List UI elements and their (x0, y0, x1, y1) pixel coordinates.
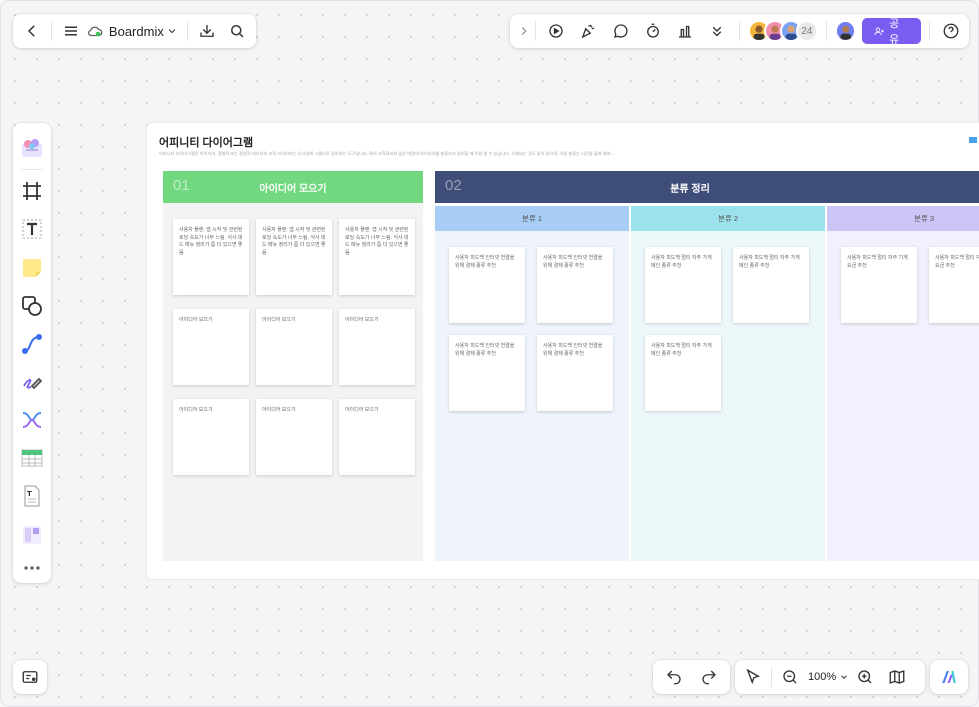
category-column-3: 분류 3 사용자 피드백 멀티 자주 기게 요금 추천사용자 피드백 멀티 자주… (827, 206, 979, 561)
zoom-in-icon[interactable] (851, 663, 879, 691)
section-header: 02 분류 정리 (435, 171, 979, 203)
section-title: 아이디어 모으기 (259, 183, 327, 195)
category-notes: 사용자 피드백 멀티 자주 기게 요금 추천사용자 피드백 멀티 자주 가게 요… (827, 233, 979, 561)
zoom-level[interactable]: 100% (808, 671, 849, 683)
app-name[interactable]: Boardmix (109, 24, 164, 39)
sticky-note[interactable]: 사용자 피드백 인터넷 연결을 위해 경제 종류 추천 (537, 335, 613, 411)
sticky-note-icon[interactable] (13, 248, 51, 286)
back-icon[interactable] (19, 17, 45, 45)
section-number: 02 (445, 177, 462, 194)
affinity-diagram-frame[interactable]: 어피니티 다이어그램 어피니티 다이어그램은 아이디어, 경험적 또는 정성적 … (147, 123, 979, 579)
sticky-note[interactable]: 사용자 피드백 멀티 자주 가게 요금 추천 (929, 247, 979, 323)
download-icon[interactable] (194, 17, 220, 45)
collaborator-avatars[interactable]: 24 (747, 20, 818, 42)
frame-title: 어피니티 다이어그램 (159, 137, 254, 149)
templates-icon[interactable] (13, 129, 51, 167)
sticky-note[interactable]: 사용자 피드백 인터넷 연결을 위해 경제 종류 추천 (537, 247, 613, 323)
frame-icon[interactable] (13, 172, 51, 210)
section-title: 분류 정리 (670, 183, 710, 195)
mind-map-icon[interactable] (13, 401, 51, 439)
document-icon[interactable]: T (13, 477, 51, 515)
select-icon[interactable] (739, 663, 767, 691)
play-icon[interactable] (542, 17, 569, 45)
search-icon[interactable] (224, 17, 250, 45)
sticky-note[interactable]: 아이디어 모으기 (173, 399, 249, 475)
comment-icon[interactable] (607, 17, 634, 45)
category-column-1: 분류 1 사용자 피드백 인터넷 연결을 위해 경제 종류 추천 사용자 피드백 … (435, 206, 629, 561)
more-icon[interactable] (13, 554, 51, 583)
chevron-down-icon[interactable] (164, 17, 181, 45)
divider (738, 21, 740, 41)
category-header: 분류 1 (435, 206, 629, 231)
sticky-note[interactable]: 사용자 피드백 인터넷 연결을 위해 경제 종류 추천 (449, 247, 525, 323)
chevron-down-icon (841, 675, 848, 679)
category-header: 분류 2 (631, 206, 825, 231)
user-avatar[interactable] (834, 20, 857, 42)
minimap-icon (16, 663, 44, 691)
zoom-value: 100% (808, 671, 837, 683)
undo-icon[interactable] (660, 663, 688, 691)
chevrons-down-icon[interactable] (704, 17, 731, 45)
sticky-note[interactable]: 사용자 플랜: 앱 시작 및 관련된 로딩 속도가 너무 느림. 식사 데드 메… (256, 219, 332, 295)
zoom-out-icon[interactable] (776, 663, 804, 691)
sticky-note[interactable]: 사용자 피드백 멀티 자주 가게 메인 종류 추천 (733, 247, 809, 323)
text-icon[interactable] (13, 210, 51, 248)
share-button[interactable]: 공유 (862, 18, 921, 46)
section-header: 01 아이디어 모으기 (163, 171, 423, 203)
divider (186, 21, 188, 41)
category-notes: 사용자 피드백 멀티 자주 가게 메인 종류 추천 사용자 피드백 멀티 자주 가… (631, 233, 825, 561)
sticky-note[interactable]: 아이디어 모으기 (339, 309, 415, 385)
celebrate-icon[interactable] (575, 17, 602, 45)
timer-icon[interactable] (639, 17, 666, 45)
frame-description: 어피니티 다이어그램은 아이디어, 경험적 또는 정성적 데이터와 조직 지식이… (159, 151, 614, 156)
divider (535, 21, 537, 41)
cloud-icon (84, 17, 105, 45)
category-notes: 사용자 피드백 인터넷 연결을 위해 경제 종류 추천 사용자 피드백 인터넷 연… (435, 233, 629, 561)
sticky-note[interactable]: 사용자 피드백 멀티 자주 기게 요금 추천 (841, 247, 917, 323)
ai-logo-icon (935, 663, 963, 691)
map-icon[interactable] (883, 663, 911, 691)
sticky-note[interactable]: 사용자 피드백 인터넷 연결을 위해 경제 종류 추천 (449, 335, 525, 411)
sticky-note[interactable]: 아이디어 모으기 (256, 309, 332, 385)
layout-icon[interactable] (13, 516, 51, 554)
top-left-toolbar: Boardmix (13, 14, 256, 48)
shape-icon[interactable] (13, 287, 51, 325)
sticky-note[interactable]: 사용자 피드백 멀티 자주 가게 메인 종류 추천 (645, 335, 721, 411)
chevron-right-icon[interactable] (514, 17, 533, 45)
sticky-note[interactable]: 아이디어 모으기 (256, 399, 332, 475)
menu-icon[interactable] (58, 17, 84, 45)
redo-icon[interactable] (695, 663, 723, 691)
connector-icon[interactable] (13, 325, 51, 363)
avatar-count: 24 (795, 20, 818, 42)
frame-corner-mark (969, 137, 977, 143)
share-label: 공유 (889, 18, 900, 46)
vote-icon[interactable] (671, 17, 698, 45)
minimap-button[interactable] (13, 660, 47, 694)
section-classification: 02 분류 정리 분류 1 사용자 피드백 인터넷 연결을 위해 경제 종류 추… (435, 171, 979, 561)
help-icon[interactable] (938, 17, 965, 45)
divider (825, 21, 827, 41)
top-right-toolbar: 24 공유 (510, 14, 969, 48)
add-user-icon (874, 26, 885, 35)
section-idea-gathering: 01 아이디어 모으기 사용자 플랜: 앱 시작 및 관련된 로딩 속도가 너무… (163, 171, 423, 561)
sticky-note[interactable]: 아이디어 모으기 (339, 399, 415, 475)
pen-icon[interactable] (13, 363, 51, 401)
ai-button[interactable] (930, 660, 968, 694)
left-toolbar: T (13, 123, 51, 583)
sticky-note[interactable]: 아이디어 모으기 (173, 309, 249, 385)
sticky-note[interactable]: 사용자 플랜: 앱 시작 및 관련된 로딩 속도가 너무 느림. 식사 데드 메… (339, 219, 415, 295)
table-icon[interactable] (13, 439, 51, 477)
sticky-note[interactable]: 사용자 플랜: 앱 시작 및 관련된 로딩 속도가 너무 느림. 식사 데드 메… (173, 219, 249, 295)
zoom-controls: 100% (735, 660, 925, 694)
divider (51, 21, 53, 41)
svg-text:T: T (27, 490, 32, 498)
section-number: 01 (173, 177, 190, 194)
category-column-2: 분류 2 사용자 피드백 멀티 자주 가게 메인 종류 추천 사용자 피드백 멀티… (631, 206, 825, 561)
divider (928, 21, 930, 41)
category-header: 분류 3 (827, 206, 979, 231)
divider (771, 667, 772, 687)
history-controls (653, 660, 730, 694)
sticky-note[interactable]: 사용자 피드백 멀티 자주 가게 메인 종류 추천 (645, 247, 721, 323)
